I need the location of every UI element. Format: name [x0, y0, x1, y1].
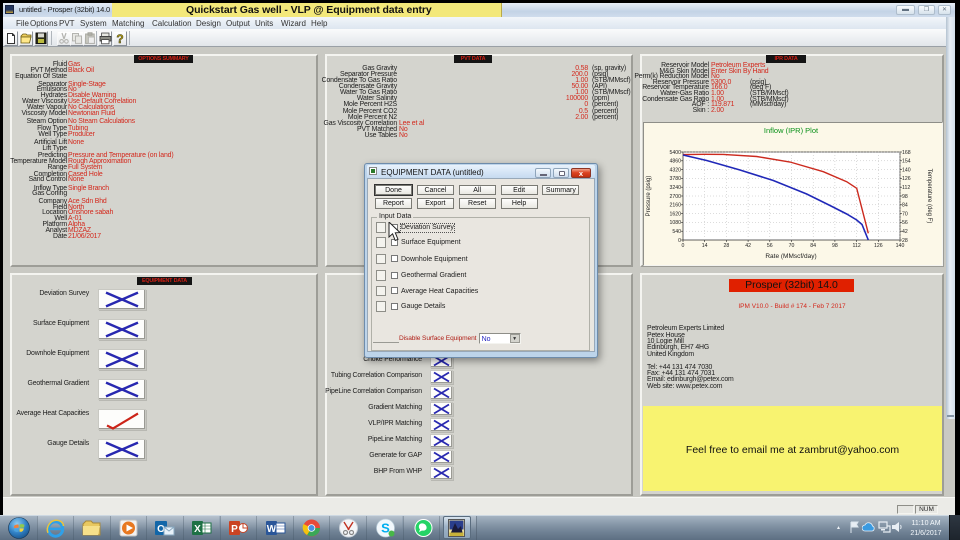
svg-text:126: 126: [902, 176, 911, 182]
svg-text:28: 28: [724, 243, 730, 249]
svg-text:3240: 3240: [669, 185, 681, 191]
svg-text:14: 14: [702, 243, 708, 249]
svg-text:Rate (MMscf/day): Rate (MMscf/day): [765, 253, 816, 260]
svg-text:112: 112: [902, 185, 910, 191]
svg-text:84: 84: [810, 243, 816, 249]
svg-text:84: 84: [902, 203, 908, 209]
svg-text:X: X: [194, 524, 201, 535]
svg-text:0: 0: [678, 238, 681, 244]
svg-text:42: 42: [745, 243, 751, 249]
svg-text:98: 98: [832, 243, 838, 249]
svg-text:540: 540: [672, 229, 681, 235]
svg-text:42: 42: [902, 229, 908, 235]
svg-text:3780: 3780: [669, 176, 681, 182]
svg-text:Inflow (IPR) Plot: Inflow (IPR) Plot: [764, 126, 819, 135]
svg-text:56: 56: [902, 220, 908, 226]
svg-text:1620: 1620: [669, 211, 681, 217]
svg-text:4860: 4860: [669, 159, 681, 165]
svg-text:Temperature (deg F): Temperature (deg F): [926, 169, 932, 224]
svg-text:W: W: [267, 524, 277, 535]
svg-text:70: 70: [789, 243, 795, 249]
svg-text:?: ?: [116, 32, 123, 45]
svg-text:140: 140: [896, 243, 905, 249]
svg-text:126: 126: [874, 243, 883, 249]
svg-text:168: 168: [902, 150, 911, 156]
svg-text:2160: 2160: [669, 203, 681, 209]
svg-text:98: 98: [902, 194, 908, 200]
svg-text:28: 28: [902, 238, 908, 244]
svg-text:70: 70: [902, 211, 908, 217]
svg-text:P: P: [231, 524, 238, 535]
svg-text:140: 140: [902, 167, 911, 173]
svg-text:56: 56: [767, 243, 773, 249]
svg-text:5400: 5400: [669, 150, 681, 156]
svg-text:1080: 1080: [669, 220, 681, 226]
svg-text:112: 112: [852, 243, 860, 249]
svg-text:4320: 4320: [669, 167, 681, 173]
svg-text:2700: 2700: [669, 194, 681, 200]
svg-text:154: 154: [902, 159, 911, 165]
svg-text:Pressure (psig): Pressure (psig): [646, 176, 652, 217]
svg-text:0: 0: [682, 243, 685, 249]
